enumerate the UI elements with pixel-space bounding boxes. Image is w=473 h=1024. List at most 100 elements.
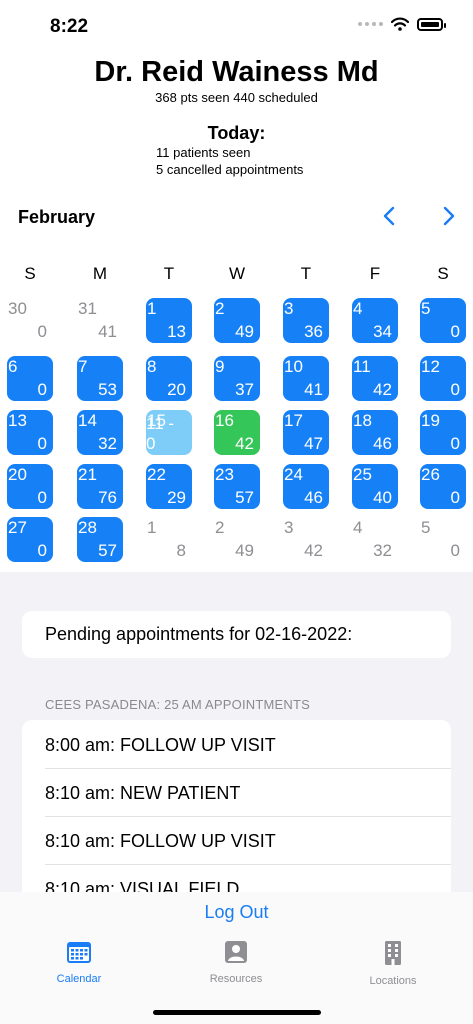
calendar-day[interactable]: 60 xyxy=(7,356,53,401)
calendar-day[interactable]: 9 37 xyxy=(214,356,260,401)
calendar-day[interactable]: 14 32 xyxy=(77,410,123,455)
weekday-label: F xyxy=(369,264,381,283)
day-appointment-count: 47 xyxy=(304,434,323,453)
calendar-day[interactable]: 3 42 xyxy=(283,517,329,562)
day-number: 8 xyxy=(147,357,157,376)
day-number: 12 xyxy=(421,357,440,376)
calendar-day[interactable]: 11 42 xyxy=(352,356,398,401)
appointment-row[interactable]: 8:00 am: FOLLOW UP VISIT xyxy=(45,720,451,769)
previous-month-button[interactable] xyxy=(382,205,396,227)
appointments-section-header: CEES PASADENA: 25 AM APPOINTMENTS xyxy=(45,697,310,712)
day-number: 16 xyxy=(215,411,234,430)
calendar-day[interactable]: 23 57 xyxy=(214,464,260,509)
person-icon xyxy=(225,941,247,963)
calendar-month: February xyxy=(18,207,96,227)
calendar-day[interactable]: 20 0 xyxy=(7,464,53,509)
day-appointment-count: 0 xyxy=(37,488,47,507)
calendar-day[interactable]: 2 49 xyxy=(214,298,260,343)
day-number: 6 xyxy=(8,357,18,376)
day-appointment-count: 11 - 0 xyxy=(146,414,175,453)
day-appointment-count: 46 xyxy=(373,434,392,453)
calendar-day[interactable]: 12 0 xyxy=(420,356,466,401)
day-number: 23 xyxy=(215,465,234,484)
day-appointment-count: 0 xyxy=(37,434,47,453)
day-number: 3 xyxy=(284,518,294,537)
calendar-day[interactable]: 1 13 xyxy=(146,298,192,343)
day-appointment-count: 53 xyxy=(98,380,117,399)
calendar-day[interactable]: 28 57 xyxy=(77,517,123,562)
day-appointment-count: 36 xyxy=(304,322,323,341)
day-appointment-count: 37 xyxy=(235,380,254,399)
calendar-day[interactable]: 18 46 xyxy=(352,410,398,455)
weekday-label: W xyxy=(228,264,246,283)
day-appointment-count: 13 xyxy=(167,322,186,341)
calendar-day[interactable]: 4 34 xyxy=(352,298,398,343)
calendar-day[interactable]: 50 xyxy=(420,298,466,343)
day-number: 14 xyxy=(78,411,97,430)
tab-resources-label: Resources xyxy=(209,973,263,985)
logout-button[interactable]: Log Out xyxy=(0,902,473,923)
day-number: 20 xyxy=(8,465,27,484)
day-appointment-count: 40 xyxy=(373,488,392,507)
tab-resources[interactable]: Resources xyxy=(186,940,286,985)
day-number: 18 xyxy=(353,411,372,430)
calendar-day[interactable]: 24 46 xyxy=(283,464,329,509)
calendar-day[interactable]: 4 32 xyxy=(352,517,398,562)
wifi-icon xyxy=(391,17,409,31)
calendar-day[interactable]: 18 xyxy=(146,517,192,562)
day-number: 7 xyxy=(78,357,88,376)
day-number: 21 xyxy=(78,465,97,484)
calendar-day[interactable]: 15 11 - 0 xyxy=(146,410,192,455)
tab-locations-label: Locations xyxy=(369,975,417,987)
day-appointment-count: 29 xyxy=(167,488,186,507)
calendar-day[interactable]: 13 0 xyxy=(7,410,53,455)
day-appointment-count: 0 xyxy=(450,434,460,453)
day-number: 17 xyxy=(284,411,303,430)
day-number: 24 xyxy=(284,465,303,484)
tab-calendar[interactable]: Calendar xyxy=(29,940,129,985)
calendar-day[interactable]: 22 29 xyxy=(146,464,192,509)
day-appointment-count: 0 xyxy=(450,488,460,507)
day-number: 11 xyxy=(353,357,371,376)
building-icon xyxy=(385,941,401,965)
day-appointment-count: 0 xyxy=(37,541,47,560)
calendar-day[interactable]: 26 0 xyxy=(420,464,466,509)
calendar-day[interactable]: 30 0 xyxy=(7,298,53,343)
day-appointment-count: 76 xyxy=(98,488,117,507)
calendar-day[interactable]: 3 36 xyxy=(283,298,329,343)
day-number: 1 xyxy=(147,518,157,537)
signal-icon xyxy=(358,22,383,26)
day-number: 9 xyxy=(215,357,225,376)
day-number: 10 xyxy=(284,357,303,376)
calendar-day[interactable]: 50 xyxy=(420,517,466,562)
pending-appointments-header: Pending appointments for 02-16-2022: xyxy=(22,611,451,658)
calendar-day[interactable]: 2 49 xyxy=(214,517,260,562)
calendar-day[interactable]: 16 42 xyxy=(214,410,260,455)
day-number: 28 xyxy=(78,518,97,537)
calendar-day[interactable]: 31 41 xyxy=(77,298,123,343)
calendar-day[interactable]: 10 41 xyxy=(283,356,329,401)
day-number: 2 xyxy=(215,518,225,537)
appointment-row[interactable]: 8:10 am: FOLLOW UP VISIT xyxy=(45,816,451,865)
calendar-day[interactable]: 19 0 xyxy=(420,410,466,455)
day-number: 30 xyxy=(8,299,27,318)
day-appointment-count: 42 xyxy=(304,541,323,560)
status-time: 8:22 xyxy=(50,16,89,37)
calendar-day[interactable]: 17 47 xyxy=(283,410,329,455)
day-number: 13 xyxy=(8,411,27,430)
day-appointment-count: 57 xyxy=(235,488,254,507)
calendar-day[interactable]: 21 76 xyxy=(77,464,123,509)
calendar-day[interactable]: 25 40 xyxy=(352,464,398,509)
patients-summary: 368 pts seen 440 scheduled xyxy=(155,90,318,105)
next-month-button[interactable] xyxy=(442,205,456,227)
tab-locations[interactable]: Locations xyxy=(343,940,443,987)
day-number: 1 xyxy=(147,299,157,318)
calendar-day[interactable]: 8 20 xyxy=(146,356,192,401)
calendar-day[interactable]: 27 0 xyxy=(7,517,53,562)
day-appointment-count: 46 xyxy=(304,488,323,507)
day-appointment-count: 32 xyxy=(98,434,117,453)
day-number: 22 xyxy=(147,465,166,484)
day-number: 5 xyxy=(421,518,431,537)
calendar-day[interactable]: 7 53 xyxy=(77,356,123,401)
appointment-row[interactable]: 8:10 am: NEW PATIENT xyxy=(45,768,451,817)
